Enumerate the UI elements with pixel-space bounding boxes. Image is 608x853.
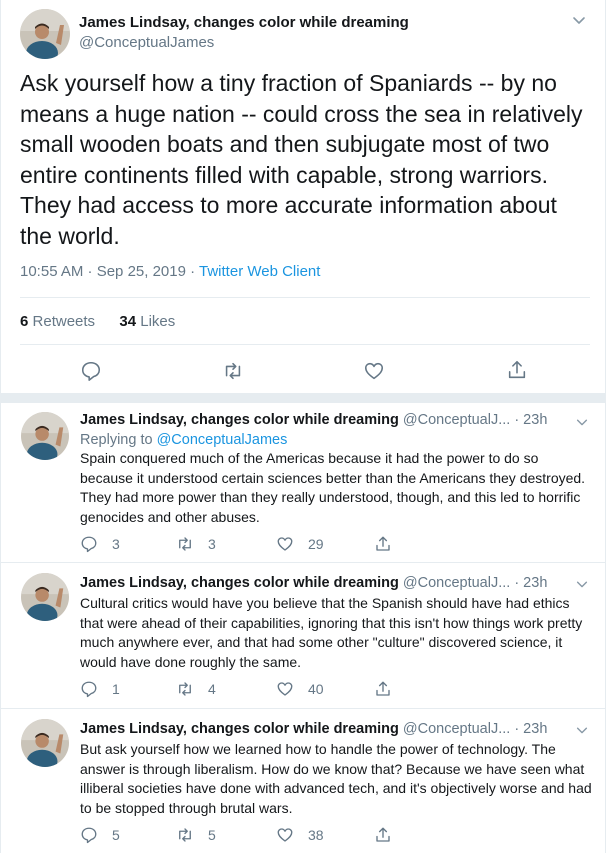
- share-button[interactable]: [374, 534, 406, 554]
- share-button[interactable]: [374, 679, 406, 699]
- share-icon: [376, 536, 390, 551]
- share-button[interactable]: [374, 825, 406, 845]
- like-count: 38: [308, 827, 324, 843]
- retweets-stat[interactable]: 6 Retweets: [20, 313, 95, 330]
- author-name[interactable]: James Lindsay, changes color while dream…: [80, 575, 399, 591]
- author-handle[interactable]: @ConceptualJ...: [403, 721, 510, 737]
- like-button[interactable]: 38: [276, 825, 324, 845]
- retweets-label: Retweets: [32, 313, 96, 330]
- reply-button[interactable]: 5: [80, 825, 120, 845]
- avatar[interactable]: [20, 9, 70, 59]
- reply-button[interactable]: 1: [80, 679, 120, 699]
- reply-actions: 1 4 40: [80, 679, 500, 699]
- reply-tweet[interactable]: James Lindsay, changes color while dream…: [1, 563, 605, 709]
- likes-count: 34: [119, 313, 137, 330]
- likes-label: Likes: [140, 313, 176, 330]
- like-count: 40: [308, 681, 324, 697]
- divider: [20, 297, 590, 298]
- author-name[interactable]: James Lindsay, changes color while dream…: [80, 412, 399, 428]
- reply-text: But ask yourself how we learned how to h…: [80, 741, 592, 816]
- reply-header: James Lindsay, changes color while dream…: [80, 574, 547, 592]
- section-separator: [1, 393, 605, 403]
- reply-button[interactable]: 3: [80, 534, 120, 554]
- retweet-icon: [179, 682, 191, 696]
- reply-header: James Lindsay, changes color while dream…: [80, 720, 547, 738]
- reply-actions: 3 3 29: [80, 534, 500, 554]
- reply-icon: [81, 536, 97, 553]
- author-handle[interactable]: @ConceptualJ...: [403, 412, 510, 428]
- retweet-count: 4: [208, 681, 216, 697]
- reply-icon[interactable]: [80, 360, 102, 382]
- avatar[interactable]: [21, 719, 69, 767]
- tweet-meta: 10:55 AM · Sep 25, 2019 · Twitter Web Cl…: [20, 263, 320, 281]
- chevron-down-icon[interactable]: [575, 723, 589, 737]
- share-icon: [376, 681, 390, 696]
- reply-count: 5: [112, 827, 120, 843]
- retweet-count: 3: [208, 536, 216, 552]
- retweet-icon: [179, 537, 191, 551]
- author-handle[interactable]: @ConceptualJ...: [403, 575, 510, 591]
- reply-icon: [81, 827, 97, 844]
- tweet-actions: [1, 356, 605, 386]
- reply-tweet[interactable]: James Lindsay, changes color while dream…: [1, 709, 605, 853]
- chevron-down-icon[interactable]: [575, 577, 589, 591]
- like-icon: [277, 682, 293, 696]
- tweet-client-link[interactable]: Twitter Web Client: [199, 263, 320, 280]
- reply-icon: [81, 681, 97, 698]
- retweet-icon: [179, 828, 191, 842]
- retweet-icon[interactable]: [222, 360, 244, 382]
- reply-count: 1: [112, 681, 120, 697]
- reply-header: James Lindsay, changes color while dream…: [80, 411, 547, 429]
- share-icon[interactable]: [506, 359, 528, 381]
- avatar[interactable]: [21, 573, 69, 621]
- replying-to-link[interactable]: @ConceptualJames: [157, 432, 288, 448]
- like-icon[interactable]: [363, 360, 385, 382]
- divider: [20, 344, 590, 345]
- avatar[interactable]: [21, 412, 69, 460]
- reply-actions: 5 5 38: [80, 825, 500, 845]
- reply-time[interactable]: · 23h: [514, 412, 547, 428]
- tweet-stats: 6 Retweets 34 Likes: [20, 313, 175, 331]
- chevron-down-icon[interactable]: [571, 12, 587, 28]
- likes-stat[interactable]: 34 Likes: [119, 313, 175, 330]
- like-icon: [277, 537, 293, 551]
- replying-to-label: Replying to: [80, 432, 157, 448]
- like-button[interactable]: 29: [276, 534, 324, 554]
- author-handle[interactable]: @ConceptualJames: [79, 34, 214, 52]
- author-name[interactable]: James Lindsay, changes color while dream…: [79, 14, 409, 32]
- retweet-button[interactable]: 5: [176, 825, 216, 845]
- retweet-button[interactable]: 4: [176, 679, 216, 699]
- retweet-count: 5: [208, 827, 216, 843]
- reply-text: Spain conquered much of the Americas bec…: [80, 450, 586, 525]
- reply-text: Cultural critics would have you believe …: [80, 595, 583, 670]
- tweet-thread: James Lindsay, changes color while dream…: [0, 0, 606, 853]
- reply-count: 3: [112, 536, 120, 552]
- retweet-button[interactable]: 3: [176, 534, 216, 554]
- tweet-timestamp[interactable]: 10:55 AM · Sep 25, 2019 ·: [20, 263, 199, 280]
- replying-to: Replying to @ConceptualJames: [80, 431, 287, 449]
- like-icon: [277, 828, 293, 842]
- author-name[interactable]: James Lindsay, changes color while dream…: [80, 721, 399, 737]
- reply-time[interactable]: · 23h: [514, 721, 547, 737]
- reply-tweet[interactable]: James Lindsay, changes color while dream…: [1, 403, 605, 563]
- reply-time[interactable]: · 23h: [514, 575, 547, 591]
- chevron-down-icon[interactable]: [575, 415, 589, 429]
- like-button[interactable]: 40: [276, 679, 324, 699]
- retweets-count: 6: [20, 313, 29, 330]
- tweet-text: Ask yourself how a tiny fraction of Span…: [20, 70, 583, 249]
- main-tweet: James Lindsay, changes color while dream…: [1, 0, 605, 395]
- share-icon: [376, 827, 390, 842]
- like-count: 29: [308, 536, 324, 552]
